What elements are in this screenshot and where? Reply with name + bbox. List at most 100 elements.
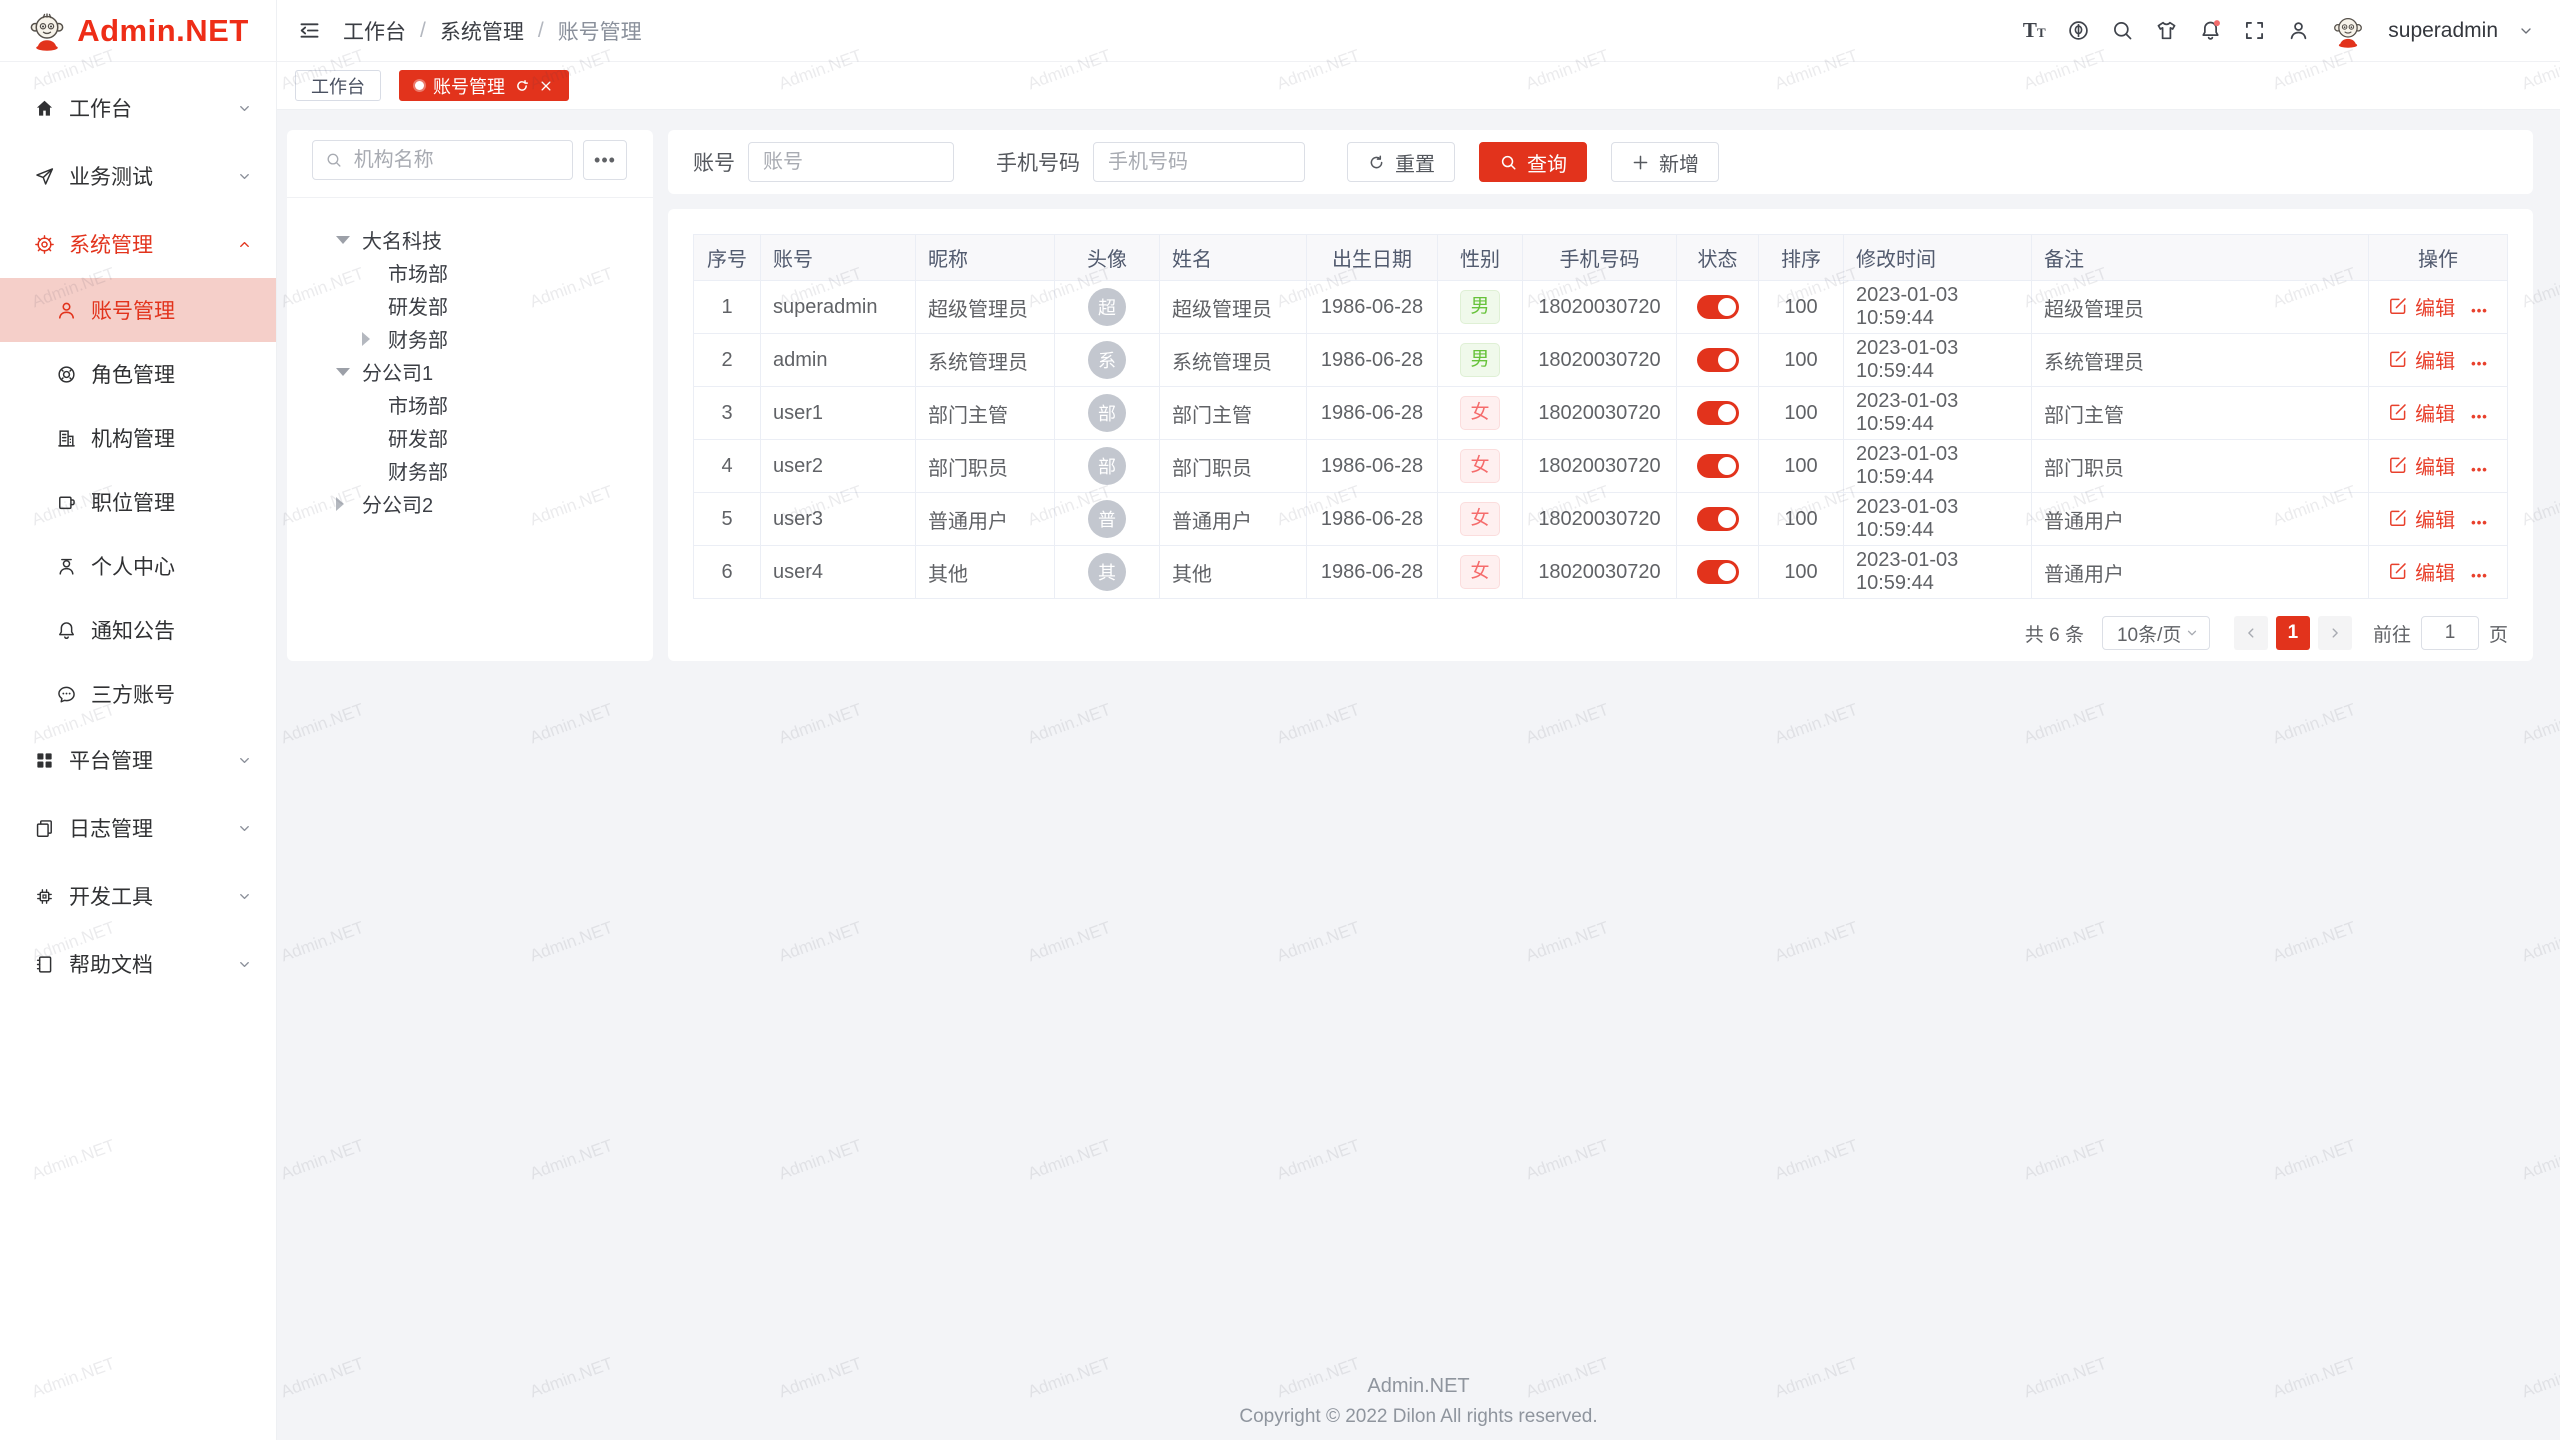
org-search-box[interactable] [312,140,573,180]
tree-node[interactable]: 分公司2 [312,487,627,520]
edit-icon [2388,561,2408,581]
status-toggle[interactable] [1697,560,1739,584]
edit-button[interactable]: 编辑 [2388,557,2455,586]
tree-node[interactable]: 市场部 [312,256,627,289]
search-button[interactable]: 查询 [1479,142,1587,182]
cell-nickname: 部门职员 [916,440,1055,493]
sidebar-item-account-management[interactable]: 账号管理 [0,278,276,342]
tree-more-button[interactable]: ••• [583,140,627,180]
tab-workbench[interactable]: 工作台 [295,70,381,101]
edit-button[interactable]: 编辑 [2388,451,2455,480]
caret-collapsed-icon[interactable] [336,497,362,511]
sidebar-item-help-docs[interactable]: 帮助文档 [0,930,276,998]
table-row: 2admin系统管理员系系统管理员1986-06-28男180200307201… [694,334,2508,387]
breadcrumb-item[interactable]: 系统管理 [440,16,524,46]
edit-button[interactable]: 编辑 [2388,504,2455,533]
font-size-icon[interactable]: TT [2022,19,2046,43]
status-toggle[interactable] [1697,348,1739,372]
tree-node[interactable]: 分公司1 [312,355,627,388]
edit-icon [2388,349,2408,369]
row-more-actions-button[interactable]: ••• [2471,409,2488,424]
sidebar-item-role-management[interactable]: 角色管理 [0,342,276,406]
breadcrumb-item[interactable]: 工作台 [343,16,406,46]
account-input[interactable] [748,142,954,182]
sidebar-item-platform-management[interactable]: 平台管理 [0,726,276,794]
row-more-actions-button[interactable]: ••• [2471,462,2488,477]
phone-input[interactable] [1093,142,1305,182]
row-more-actions-button[interactable]: ••• [2471,568,2488,583]
cell-avatar: 系 [1055,334,1160,387]
menu-fold-icon[interactable] [297,19,321,43]
breadcrumb-separator: / [538,19,544,43]
cell-nickname: 其他 [916,546,1055,599]
avatar: 部 [1088,447,1126,485]
cell-index: 3 [694,387,761,440]
row-more-actions-button[interactable]: ••• [2471,356,2488,371]
tree-node[interactable]: 市场部 [312,388,627,421]
profile-icon[interactable] [2286,19,2310,43]
tree-node[interactable]: 财务部 [312,454,627,487]
goto-page-input[interactable] [2421,616,2479,650]
status-toggle[interactable] [1697,295,1739,319]
language-icon[interactable] [2066,19,2090,43]
cell-name: 部门职员 [1160,440,1307,493]
chevron-down-icon [237,169,252,184]
tab-refresh-icon[interactable] [514,78,530,94]
tab-account-management[interactable]: 账号管理 [399,70,569,101]
reset-button[interactable]: 重置 [1347,142,1455,182]
page-number-active[interactable]: 1 [2276,616,2310,650]
sidebar-item-organization-management[interactable]: 机构管理 [0,406,276,470]
table-row: 6user4其他其其他1986-06-28女180200307201002023… [694,546,2508,599]
page-size-select[interactable]: 10条/页 [2102,616,2210,650]
account-label: 账号 [693,147,735,177]
cell-account: user4 [761,546,916,599]
edit-button[interactable]: 编辑 [2388,398,2455,427]
tree-node[interactable]: 大名科技 [312,223,627,256]
sidebar-item-personal-center[interactable]: 个人中心 [0,534,276,598]
gender-badge: 女 [1460,502,1499,536]
sidebar-item-notice-announcement[interactable]: 通知公告 [0,598,276,662]
row-more-actions-button[interactable]: ••• [2471,515,2488,530]
edit-button[interactable]: 编辑 [2388,292,2455,321]
sidebar-item-system-management[interactable]: 系统管理 [0,210,276,278]
cell-modified-time: 2023-01-03 10:59:44 [1844,546,2032,599]
org-search-input[interactable] [352,148,560,173]
edit-button[interactable]: 编辑 [2388,345,2455,374]
chevron-down-icon[interactable] [2518,23,2534,39]
notification-icon[interactable] [2198,19,2222,43]
status-toggle[interactable] [1697,454,1739,478]
cell-nickname: 系统管理员 [916,334,1055,387]
tab-label: 工作台 [311,73,365,99]
sidebar-item-third-party-account[interactable]: 三方账号 [0,662,276,726]
fullscreen-icon[interactable] [2242,19,2266,43]
search-icon[interactable] [2110,19,2134,43]
status-toggle[interactable] [1697,507,1739,531]
tree-node[interactable]: 研发部 [312,289,627,322]
cell-remark: 部门职员 [2032,440,2369,493]
page-footer: Admin.NET Copyright © 2022 Dilon All rig… [277,1375,2560,1428]
accounts-table: 序号 账号 昵称 头像 姓名 出生日期 性别 手机号码 状态 排序 修改时间 [693,234,2508,599]
sidebar-item-business-test[interactable]: 业务测试 [0,142,276,210]
caret-collapsed-icon[interactable] [362,332,388,346]
tree-node[interactable]: 财务部 [312,322,627,355]
username[interactable]: superadmin [2388,19,2498,43]
goto-label: 前往 [2373,620,2411,647]
sidebar-item-log-management[interactable]: 日志管理 [0,794,276,862]
status-toggle[interactable] [1697,401,1739,425]
tab-close-icon[interactable] [539,79,553,93]
sidebar-item-label: 开发工具 [69,881,153,911]
add-button[interactable]: 新增 [1611,142,1719,182]
next-page-button[interactable] [2318,616,2352,650]
sidebar-item-dev-tools[interactable]: 开发工具 [0,862,276,930]
row-more-actions-button[interactable]: ••• [2471,303,2488,318]
sidebar-item-position-management[interactable]: 职位管理 [0,470,276,534]
gender-badge: 男 [1460,343,1499,377]
tree-node[interactable]: 研发部 [312,421,627,454]
caret-expanded-icon[interactable] [336,236,362,244]
sidebar-item-workbench[interactable]: 工作台 [0,74,276,142]
prev-page-button[interactable] [2234,616,2268,650]
caret-expanded-icon[interactable] [336,368,362,376]
logo[interactable]: Admin.NET [0,0,276,62]
user-avatar[interactable] [2330,13,2366,49]
theme-icon[interactable] [2154,19,2178,43]
